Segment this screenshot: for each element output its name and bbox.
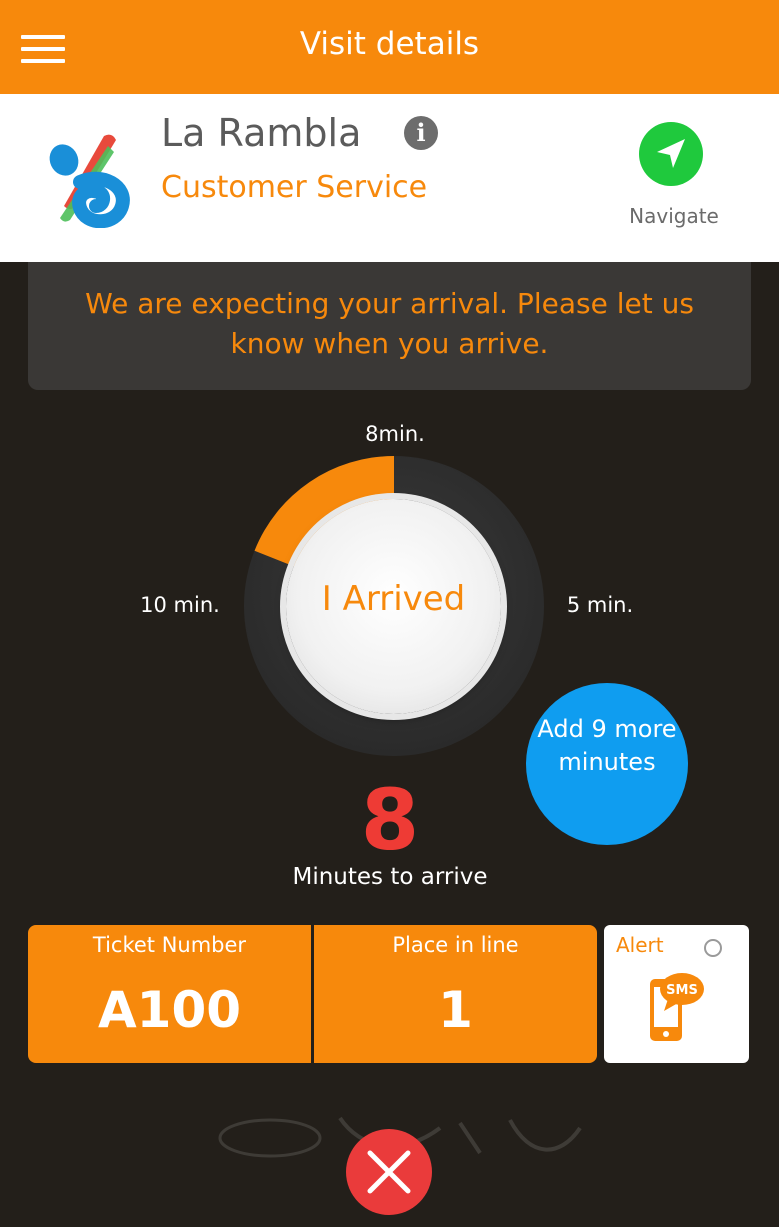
minutes-to-arrive-value: 8 bbox=[360, 771, 420, 869]
ticket-number-cell: Ticket Number A100 bbox=[28, 925, 311, 1063]
ticket-info-panel: Ticket Number A100 Place in line 1 bbox=[28, 925, 597, 1063]
ticket-number-value: A100 bbox=[97, 981, 242, 1039]
alert-radio[interactable] bbox=[704, 939, 722, 957]
place-in-line-header: Place in line bbox=[392, 933, 519, 957]
dial-label-top: 8min. bbox=[365, 422, 425, 446]
i-arrived-label: I Arrived bbox=[321, 579, 466, 619]
place-in-line-value: 1 bbox=[438, 981, 473, 1039]
info-icon[interactable]: i bbox=[404, 116, 438, 150]
i-arrived-button[interactable]: I Arrived bbox=[286, 499, 501, 714]
navigation-arrow-icon bbox=[639, 122, 703, 186]
top-app-bar: Visit details bbox=[0, 0, 779, 94]
sms-icon-text: SMS bbox=[666, 983, 698, 998]
dial-label-right: 5 min. bbox=[566, 593, 634, 617]
navigate-button[interactable]: Navigate bbox=[624, 120, 724, 235]
minutes-to-arrive-label: Minutes to arrive bbox=[292, 864, 488, 890]
alert-label: Alert bbox=[616, 933, 664, 957]
close-x-icon[interactable] bbox=[346, 1129, 432, 1215]
ticket-number-header: Ticket Number bbox=[92, 933, 247, 957]
add-minutes-button[interactable]: Add 9 more minutes bbox=[526, 683, 688, 845]
arrival-message-box: We are expecting your arrival. Please le… bbox=[28, 262, 751, 390]
page-title: Visit details bbox=[299, 26, 480, 62]
service-name: Customer Service bbox=[161, 170, 428, 205]
sms-phone-icon: SMS bbox=[650, 973, 704, 1041]
arrival-message: We are expecting your arrival. Please le… bbox=[85, 287, 694, 360]
sms-alert-toggle[interactable]: Alert SMS bbox=[604, 925, 749, 1063]
dial-label-left: 10 min. bbox=[140, 593, 220, 617]
add-minutes-label: Add 9 more minutes bbox=[537, 715, 677, 776]
navigate-label: Navigate bbox=[629, 204, 719, 228]
place-in-line-cell: Place in line 1 bbox=[314, 925, 597, 1063]
place-name: La Rambla bbox=[161, 111, 362, 155]
place-logo bbox=[49, 134, 130, 228]
